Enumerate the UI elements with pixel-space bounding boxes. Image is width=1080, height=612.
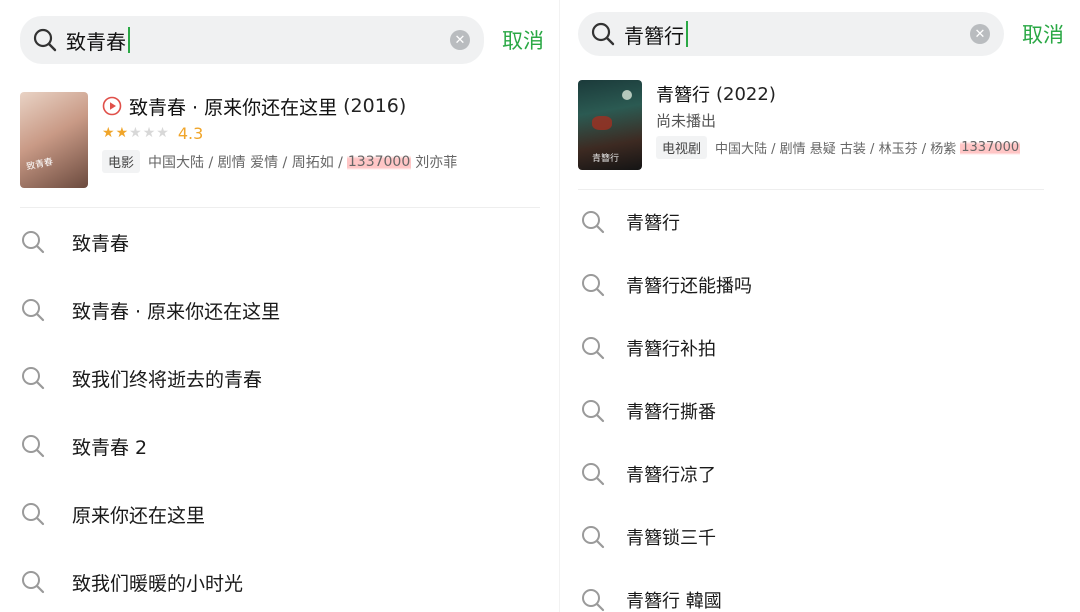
suggestion-item[interactable]: 致我们暖暖的小时光 bbox=[20, 548, 540, 612]
suggestion-label: 青簪行凉了 bbox=[626, 464, 716, 486]
text-caret bbox=[686, 21, 688, 47]
search-icon bbox=[22, 299, 45, 322]
meta-text: 中国大陆 / 剧情 爱情 / 周拓如 / bbox=[148, 154, 343, 171]
suggestion-label: 青簪行还能播吗 bbox=[626, 275, 752, 297]
search-bar: 青簪行 ✕ 取消 bbox=[578, 12, 1064, 56]
type-tag: 电影 bbox=[102, 150, 141, 173]
search-icon bbox=[582, 273, 605, 296]
rating-value: 4.3 bbox=[177, 123, 204, 143]
result-meta: 电视剧 中国大陆 / 剧情 悬疑 古装 / 林玉芬 / 杨紫 1337000 bbox=[656, 136, 1021, 159]
suggestion-label: 青簪行撕番 bbox=[626, 401, 716, 423]
search-icon bbox=[582, 210, 605, 233]
search-icon bbox=[582, 525, 605, 548]
suggestion-item[interactable]: 青簪行 bbox=[580, 190, 1060, 253]
suggestion-label: 致青春 2 bbox=[72, 436, 148, 459]
suggestion-item[interactable]: 青簪行 韓國 bbox=[580, 568, 1060, 612]
search-icon bbox=[22, 231, 45, 254]
search-bar: 致青春 ✕ 取消 bbox=[20, 16, 544, 64]
suggestion-label: 致我们暖暖的小时光 bbox=[72, 572, 244, 595]
search-query: 致青春 bbox=[66, 26, 130, 55]
poster-accent bbox=[592, 116, 612, 130]
search-icon bbox=[33, 28, 57, 52]
text-caret bbox=[128, 27, 130, 53]
highlighted-number: 1337000 bbox=[960, 140, 1021, 155]
suggestion-item[interactable]: 青簪行补拍 bbox=[580, 316, 1060, 379]
suggestion-item[interactable]: 青簪行撕番 bbox=[580, 379, 1060, 442]
cancel-button[interactable]: 取消 bbox=[1022, 19, 1064, 49]
search-icon bbox=[22, 435, 45, 458]
search-icon bbox=[582, 399, 605, 422]
clear-icon[interactable]: ✕ bbox=[450, 30, 470, 50]
poster-title: 青簪行 bbox=[592, 154, 620, 164]
star-filled-icon: ★ bbox=[102, 125, 115, 141]
result-meta: 电影 中国大陆 / 剧情 爱情 / 周拓如 / 1337000 刘亦菲 bbox=[102, 150, 457, 173]
meta-tail: 刘亦菲 bbox=[415, 154, 458, 171]
search-query: 青簪行 bbox=[624, 20, 688, 49]
clear-icon[interactable]: ✕ bbox=[970, 24, 990, 44]
suggestion-label: 致青春 · 原来你还在这里 bbox=[72, 300, 281, 323]
suggestion-list: 青簪行 青簪行还能播吗 青簪行补拍 青簪行撕番 青簪行凉了 青簪锁三千 青簪行 … bbox=[580, 190, 1060, 612]
result-info: 致青春 · 原来你还在这里 (2016) ★ ★ ★ ★ ★ 4.3 电影 中国大陆 /… bbox=[102, 92, 457, 207]
result-year: (2022) bbox=[716, 83, 776, 105]
cancel-button[interactable]: 取消 bbox=[502, 25, 544, 55]
suggestion-item[interactable]: 青簪行还能播吗 bbox=[580, 253, 1060, 316]
drama-result-card[interactable]: 青簪行 青簪行 (2022) 尚未播出 电视剧 中国大陆 / 剧情 悬疑 古装 … bbox=[578, 80, 1044, 190]
result-title-row: 青簪行 (2022) bbox=[656, 80, 1020, 108]
search-icon bbox=[582, 588, 605, 611]
suggestion-item[interactable]: 致我们终将逝去的青春 bbox=[20, 344, 540, 412]
suggestion-label: 青簪锁三千 bbox=[626, 527, 716, 549]
search-icon bbox=[22, 367, 45, 390]
suggestion-label: 青簪行补拍 bbox=[626, 338, 716, 360]
suggestion-label: 青簪行 bbox=[626, 212, 680, 234]
meta-text: 中国大陆 / 剧情 悬疑 古装 / 林玉芬 / 杨紫 bbox=[715, 142, 957, 157]
suggestion-item[interactable]: 青簪行凉了 bbox=[580, 442, 1060, 505]
suggestion-item[interactable]: 致青春 · 原来你还在这里 bbox=[20, 276, 540, 344]
result-title: 青簪行 bbox=[656, 85, 710, 106]
air-status: 尚未播出 bbox=[656, 112, 717, 130]
result-title-row: 致青春 · 原来你还在这里 (2016) bbox=[102, 92, 457, 120]
highlighted-number: 1337000 bbox=[346, 153, 412, 170]
star-empty-icon: ★ bbox=[156, 125, 169, 141]
suggestion-label: 致青春 bbox=[72, 232, 130, 255]
result-info: 青簪行 (2022) 尚未播出 电视剧 中国大陆 / 剧情 悬疑 古装 / 林玉… bbox=[656, 80, 1021, 189]
poster-title: 致青春 bbox=[25, 157, 55, 173]
star-rating: ★ ★ ★ ★ ★ bbox=[102, 126, 170, 140]
suggestion-item[interactable]: 青簪锁三千 bbox=[580, 505, 1060, 568]
search-icon bbox=[591, 22, 615, 46]
movie-poster: 致青春 bbox=[20, 92, 88, 188]
result-year: (2016) bbox=[343, 95, 407, 117]
search-icon bbox=[582, 336, 605, 359]
poster-moon bbox=[622, 90, 632, 100]
search-input[interactable]: 致青春 ✕ bbox=[20, 16, 484, 64]
suggestion-item[interactable]: 致青春 2 bbox=[20, 412, 540, 480]
suggestion-label: 青簪行 韓國 bbox=[626, 590, 722, 612]
star-empty-icon: ★ bbox=[142, 125, 156, 141]
star-empty-icon: ★ bbox=[129, 125, 142, 141]
search-icon bbox=[22, 571, 45, 594]
right-search-screen: 青簪行 ✕ 取消 青簪行 青簪行 (2022) 尚未播出 电视剧 中国大陆 / … bbox=[560, 0, 1080, 612]
search-input[interactable]: 青簪行 ✕ bbox=[578, 12, 1004, 56]
left-search-screen: 致青春 ✕ 取消 致青春 致青春 · 原来你还在这里 (2016) ★ ★ ★ ★ ★ … bbox=[0, 0, 560, 612]
suggestion-item[interactable]: 致青春 bbox=[20, 208, 540, 276]
result-title: 致青春 · 原来你还在这里 bbox=[129, 96, 338, 119]
search-icon bbox=[22, 503, 45, 526]
suggestion-label: 致我们终将逝去的青春 bbox=[72, 368, 263, 391]
play-icon bbox=[102, 96, 122, 116]
search-icon bbox=[582, 462, 605, 485]
type-tag: 电视剧 bbox=[656, 136, 708, 159]
movie-result-card[interactable]: 致青春 致青春 · 原来你还在这里 (2016) ★ ★ ★ ★ ★ 4.3 电影 中国… bbox=[20, 92, 540, 208]
suggestion-item[interactable]: 原来你还在这里 bbox=[20, 480, 540, 548]
drama-poster: 青簪行 bbox=[578, 80, 642, 170]
rating-row: ★ ★ ★ ★ ★ 4.3 bbox=[102, 122, 457, 144]
star-filled-icon: ★ bbox=[115, 125, 129, 141]
suggestion-label: 原来你还在这里 bbox=[72, 504, 206, 527]
suggestion-list: 致青春 致青春 · 原来你还在这里 致我们终将逝去的青春 致青春 2 原来你还在… bbox=[20, 208, 540, 612]
